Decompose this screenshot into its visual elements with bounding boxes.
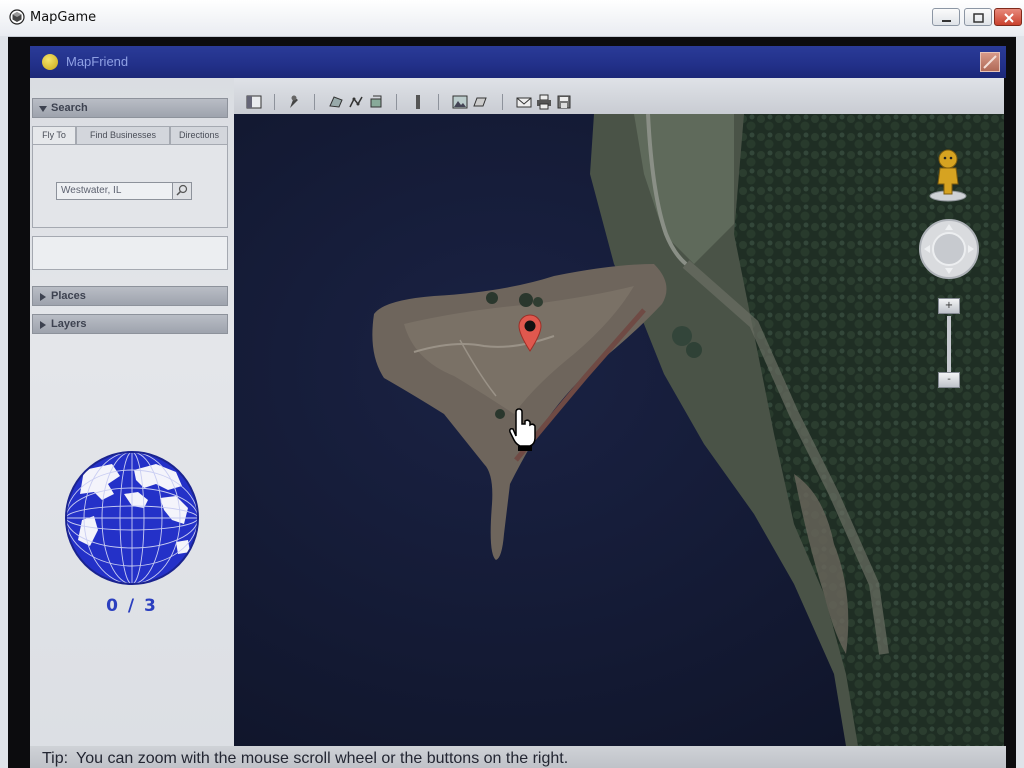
tip-bar: Tip: You can zoom with the mouse scroll … [30,746,1006,768]
triangle-down-icon [39,106,47,112]
tab-directions[interactable]: Directions [170,126,228,144]
app-resize-button[interactable] [980,52,1000,72]
tab-fly-to[interactable]: Fly To [32,126,76,144]
location-pin-icon[interactable] [515,312,545,352]
zoom-track[interactable] [947,316,951,372]
zoom-slider[interactable]: + - [934,298,964,390]
tip-label: Tip: [42,750,69,767]
toolbar-separator [314,94,315,110]
app-title: MapFriend [66,54,129,69]
window-titlebar: MapGame [0,0,1024,37]
zoom-in-button[interactable]: + [938,298,960,314]
navigation-ring-icon[interactable] [918,218,980,280]
layers-section-header[interactable]: Layers [32,314,228,334]
path-icon[interactable] [348,94,364,110]
resize-icon [983,55,997,69]
tour-icon[interactable] [472,94,488,110]
map-toolbar [234,78,1004,114]
placemark-icon[interactable] [286,94,302,110]
search-tabs: Fly To Find Businesses Directions [32,126,228,144]
satellite-imagery [234,114,1004,746]
smiley-icon [42,54,58,70]
photo-icon[interactable] [452,94,468,110]
sidebar: Search Fly To Find Businesses Directions… [30,78,234,746]
window-frame-right [1016,36,1024,768]
score-counter: 0 / 3 [106,596,158,616]
app-cube-icon [9,9,25,25]
ruler-icon[interactable] [410,94,426,110]
toolbar-separator [396,94,397,110]
hand-cursor-icon [509,408,536,451]
toolbar-separator [438,94,439,110]
window-frame-left [0,36,8,768]
overlay-icon[interactable] [368,94,384,110]
globe-icon [65,451,199,585]
sidebar-toggle-icon[interactable] [246,94,262,110]
close-button[interactable] [994,8,1022,26]
tab-find-businesses[interactable]: Find Businesses [76,126,170,144]
maximize-button[interactable] [964,8,992,26]
search-icon[interactable] [172,182,192,200]
triangle-right-icon [40,321,46,329]
save-icon[interactable] [556,94,572,110]
toolbar-separator [502,94,503,110]
minimize-button[interactable] [932,8,960,26]
layers-section-label: Layers [51,318,87,330]
zoom-out-button[interactable]: - [938,372,960,388]
search-section-header[interactable]: Search [32,98,228,118]
fly-to-input[interactable]: Westwater, IL [56,182,188,200]
search-results-box[interactable] [32,236,228,270]
triangle-right-icon [40,293,46,301]
toolbar-separator [274,94,275,110]
app-header: MapFriend [30,46,1006,78]
places-section-label: Places [51,290,86,302]
satellite-map[interactable]: + - [234,114,1004,746]
print-icon[interactable] [536,94,552,110]
tip-text: You can zoom with the mouse scroll wheel… [76,750,569,767]
places-section-header[interactable]: Places [32,286,228,306]
search-section-label: Search [51,102,88,114]
email-icon[interactable] [516,94,532,110]
polygon-icon[interactable] [328,94,344,110]
pegman-icon[interactable] [928,148,968,202]
window-title: MapGame [30,10,97,25]
